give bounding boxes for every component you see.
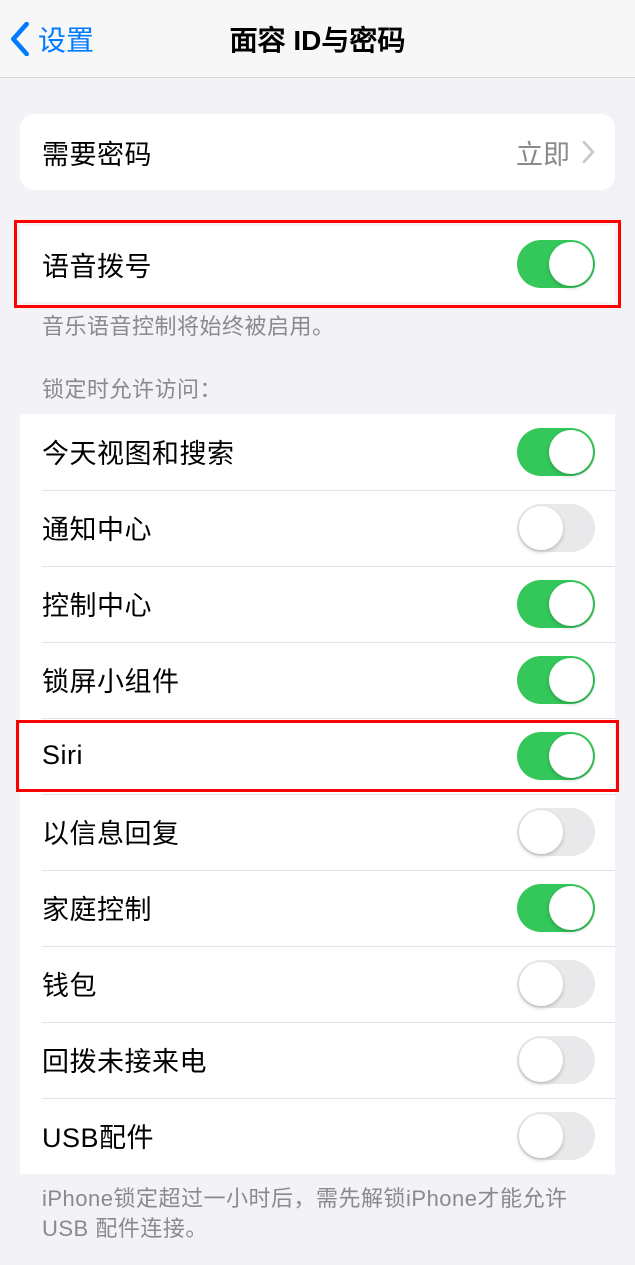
lock-access-toggle[interactable] <box>517 428 595 476</box>
chevron-left-icon <box>10 22 30 56</box>
lock-access-row: 钱包 <box>20 946 615 1022</box>
lock-access-label: 钱包 <box>42 964 97 1003</box>
lock-access-header: 锁定时允许访问： <box>0 343 635 414</box>
lock-access-label: 今天视图和搜索 <box>42 432 235 471</box>
lock-access-toggle[interactable] <box>517 1112 595 1160</box>
voice-dial-footer: 音乐语音控制将始终被启用。 <box>0 302 635 343</box>
lock-access-label: Siri <box>42 740 83 771</box>
lock-access-label: 回拨未接来电 <box>42 1040 207 1079</box>
voice-dial-label: 语音拨号 <box>42 245 152 284</box>
lock-access-toggle[interactable] <box>517 656 595 704</box>
lock-access-toggle[interactable] <box>517 808 595 856</box>
lock-access-label: 控制中心 <box>42 584 152 623</box>
lock-access-row: 家庭控制 <box>20 870 615 946</box>
lock-access-row: 控制中心 <box>20 566 615 642</box>
lock-access-row: 回拨未接来电 <box>20 1022 615 1098</box>
lock-access-toggle[interactable] <box>517 580 595 628</box>
voice-dial-toggle[interactable] <box>517 240 595 288</box>
lock-access-toggle[interactable] <box>517 960 595 1008</box>
back-label: 设置 <box>38 19 94 59</box>
voice-dial-row: 语音拨号 <box>20 226 615 302</box>
require-passcode-value: 立即 <box>516 133 570 172</box>
lock-access-row: 今天视图和搜索 <box>20 414 615 490</box>
lock-access-footer: iPhone锁定超过一小时后，需先解锁iPhone才能允许USB 配件连接。 <box>0 1174 635 1246</box>
lock-access-label: 锁屏小组件 <box>42 660 180 699</box>
lock-access-label: 家庭控制 <box>42 888 152 927</box>
lock-access-toggle[interactable] <box>517 1036 595 1084</box>
voice-dial-section: 语音拨号 <box>20 226 615 302</box>
lock-access-row: Siri <box>20 718 615 794</box>
lock-access-label: 通知中心 <box>42 508 152 547</box>
lock-access-row: 以信息回复 <box>20 794 615 870</box>
lock-access-label: USB配件 <box>42 1116 154 1155</box>
navigation-bar: 设置 面容 ID与密码 <box>0 0 635 78</box>
lock-access-section: 今天视图和搜索通知中心控制中心锁屏小组件 Siri 以信息回复家庭控制钱包回拨未接来… <box>20 414 615 1174</box>
require-passcode-row[interactable]: 需要密码 立即 <box>20 114 615 190</box>
require-passcode-label: 需要密码 <box>42 133 152 172</box>
lock-access-toggle[interactable] <box>517 884 595 932</box>
back-button[interactable]: 设置 <box>0 19 94 59</box>
lock-access-label: 以信息回复 <box>42 812 180 851</box>
lock-access-toggle[interactable] <box>517 504 595 552</box>
lock-access-toggle[interactable] <box>517 732 595 780</box>
lock-access-row: 锁屏小组件 <box>20 642 615 718</box>
lock-access-row: 通知中心 <box>20 490 615 566</box>
lock-access-row: USB配件 <box>20 1098 615 1174</box>
chevron-right-icon <box>582 141 595 163</box>
page-title: 面容 ID与密码 <box>230 19 406 59</box>
require-passcode-section: 需要密码 立即 <box>20 114 615 190</box>
